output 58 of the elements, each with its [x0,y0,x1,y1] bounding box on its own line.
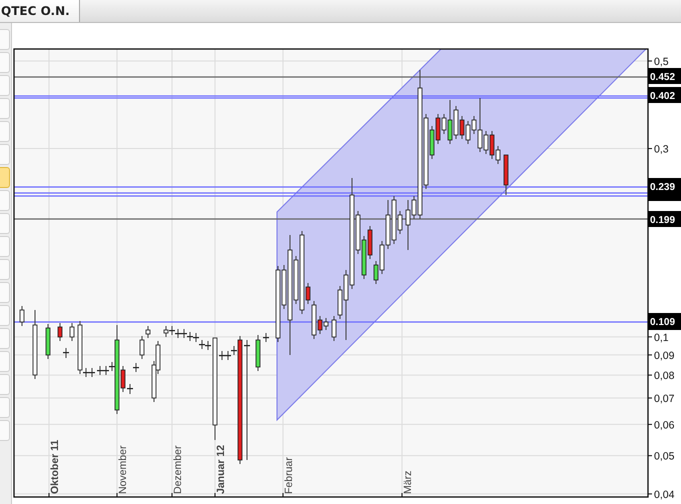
y-tick-label: 0,07 [654,393,674,405]
x-axis-label: März [402,470,414,494]
y-tick-label: 0,09 [654,350,674,362]
sidebar-button[interactable] [0,397,10,418]
candle [256,334,260,372]
candle [32,310,38,380]
y-tick-label: 0,5 [654,56,669,68]
sidebar-button[interactable] [0,213,10,234]
sidebar-button[interactable] [0,328,10,349]
candle [263,332,269,342]
sidebar-button[interactable] [0,305,10,326]
price-tag: 0.402 [648,87,681,103]
axis-tick [648,493,652,494]
x-axis-label: Dezember [172,446,184,494]
price-tag: 0.109 [648,313,681,330]
sidebar-button[interactable] [0,420,10,441]
axis-tick [648,60,652,62]
x-axis-label: November [117,446,129,494]
axis-tick [648,455,652,456]
candle [20,306,24,326]
candle [58,322,62,342]
sidebar-button[interactable] [0,167,10,188]
axis-tick [648,148,652,150]
axis-tick [648,336,652,338]
sidebar-button[interactable] [0,75,10,96]
candle [46,324,50,360]
x-axis-label: Februar [283,457,295,494]
axis-tick [648,354,652,356]
sidebar-button[interactable] [0,374,10,395]
y-tick-label: 0,04 [654,488,674,501]
sidebar-button[interactable] [0,190,10,211]
x-axis-label: Januar 12 [215,444,227,494]
y-tick-label: 0,3 [654,144,669,156]
price-tag: 0.199 [648,211,681,227]
y-tick-label: 0,06 [654,419,674,432]
sidebar-button[interactable] [0,351,10,372]
sidebar-button[interactable] [0,144,10,165]
sidebar-button[interactable] [0,121,10,142]
candle [127,384,133,394]
price-tag: 0.452 [648,68,681,84]
y-tick-label: 0,1 [654,332,669,344]
sidebar-button[interactable] [0,98,10,119]
price-tag: 0.239 [648,178,681,201]
x-axis-label: Oktober 11 [49,440,61,494]
tab[interactable]: QTEC O.N. [0,0,80,22]
candle [70,322,74,342]
candle [504,154,508,196]
y-tick-label: 0,08 [654,370,674,382]
sidebar-button[interactable] [0,259,10,280]
y-tick-label: 0,05 [654,450,674,463]
axis-tick [648,374,652,376]
candle [133,362,139,372]
candle [63,348,69,358]
sidebar-button[interactable] [0,282,10,303]
sidebar-button[interactable] [0,29,10,50]
sidebar-button[interactable] [0,52,10,73]
sidebar-button[interactable] [0,236,10,257]
axis-tick [648,424,652,425]
